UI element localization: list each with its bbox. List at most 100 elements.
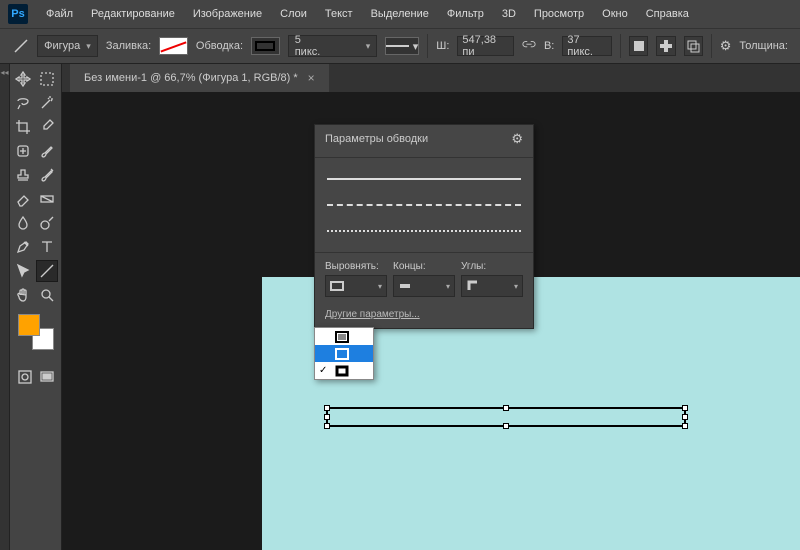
eyedropper-tool[interactable] — [36, 116, 58, 138]
link-icon[interactable] — [522, 38, 536, 55]
resize-handle[interactable] — [503, 423, 509, 429]
hand-tool[interactable] — [12, 284, 34, 306]
blur-tool[interactable] — [12, 212, 34, 234]
gradient-tool[interactable] — [36, 188, 58, 210]
stroke-width-value: 5 пикс. — [295, 34, 328, 58]
fill-label: Заливка: — [106, 40, 151, 52]
resize-handle[interactable] — [682, 405, 688, 411]
check-icon: ✓ — [319, 365, 329, 376]
crop-tool[interactable] — [12, 116, 34, 138]
fill-swatch[interactable] — [159, 37, 188, 55]
chevron-down-icon: ▾ — [514, 282, 518, 291]
close-icon[interactable]: × — [308, 71, 315, 85]
menu-3d[interactable]: 3D — [494, 4, 524, 24]
zoom-tool[interactable] — [36, 284, 58, 306]
stroke-type-solid[interactable] — [327, 172, 521, 186]
resize-handle[interactable] — [324, 423, 330, 429]
stroke-swatch[interactable] — [251, 37, 280, 55]
menu-select[interactable]: Выделение — [363, 4, 437, 24]
line-tool-icon — [12, 37, 29, 55]
document-tabbar: Без имени-1 @ 66,7% (Фигура 1, RGB/8) * … — [62, 64, 800, 92]
width-input[interactable]: 547,38 пи — [457, 36, 514, 56]
options-bar: Фигура▾ Заливка: Обводка: 5 пикс.▾ ▾ Ш: … — [0, 28, 800, 64]
path-align-button[interactable] — [629, 36, 648, 56]
caps-dropdown[interactable]: ▾ — [393, 275, 455, 297]
app-root: Ps Файл Редактирование Изображение Слои … — [0, 0, 800, 550]
chevron-down-icon: ▾ — [366, 41, 371, 52]
magic-wand-tool[interactable] — [36, 92, 58, 114]
gear-icon[interactable]: ⚙ — [720, 38, 732, 54]
history-brush-tool[interactable] — [36, 164, 58, 186]
foreground-swatch[interactable] — [18, 314, 40, 336]
shape-rectangle[interactable] — [326, 407, 686, 427]
heal-tool[interactable] — [12, 140, 34, 162]
resize-handle[interactable] — [324, 405, 330, 411]
corners-dropdown[interactable]: ▾ — [461, 275, 523, 297]
path-options-button[interactable] — [684, 36, 703, 56]
more-options-link[interactable]: Другие параметры... — [315, 301, 533, 328]
color-swatches[interactable] — [18, 314, 54, 350]
menu-help[interactable]: Справка — [638, 4, 697, 24]
gear-icon[interactable]: ⚙ — [511, 131, 523, 147]
stroke-type-dotted[interactable] — [327, 224, 521, 238]
resize-handle[interactable] — [682, 414, 688, 420]
chevron-down-icon: ▾ — [86, 41, 91, 52]
chevron-down-icon: ▾ — [413, 40, 419, 53]
divider — [620, 34, 621, 58]
align-dropdown-menu: ✓ — [314, 327, 374, 380]
corners-label: Углы: — [461, 261, 523, 272]
tool-mode-select[interactable]: Фигура ▾ — [37, 35, 98, 57]
marquee-tool[interactable] — [36, 68, 58, 90]
document-tab[interactable]: Без имени-1 @ 66,7% (Фигура 1, RGB/8) * … — [70, 64, 329, 92]
menu-file[interactable]: Файл — [38, 4, 81, 24]
mode-label: Фигура — [44, 40, 80, 52]
menu-filter[interactable]: Фильтр — [439, 4, 492, 24]
width-label: Ш: — [436, 40, 449, 52]
resize-handle[interactable] — [324, 414, 330, 420]
menu-edit[interactable]: Редактирование — [83, 4, 183, 24]
dodge-tool[interactable] — [36, 212, 58, 234]
align-option-inside[interactable] — [315, 328, 373, 345]
divider — [711, 34, 712, 58]
stroke-label: Обводка: — [196, 40, 243, 52]
lasso-tool[interactable] — [12, 92, 34, 114]
align-option-outside[interactable]: ✓ — [315, 362, 373, 379]
height-input[interactable]: 37 пикс. — [562, 36, 612, 56]
divider — [427, 34, 428, 58]
path-select-tool[interactable] — [12, 260, 34, 282]
panel-collapse-strip[interactable]: ◂◂ — [0, 64, 10, 550]
eraser-tool[interactable] — [12, 188, 34, 210]
stroke-style-select[interactable]: ▾ — [385, 37, 419, 55]
chevron-down-icon: ▾ — [446, 282, 450, 291]
stroke-width-select[interactable]: 5 пикс. ▾ — [288, 35, 378, 57]
pen-tool[interactable] — [12, 236, 34, 258]
popover-title: Параметры обводки — [325, 133, 428, 145]
stroke-type-dashed[interactable] — [327, 198, 521, 212]
type-tool[interactable] — [36, 236, 58, 258]
line-shape-tool[interactable] — [36, 260, 58, 282]
tab-title: Без имени-1 @ 66,7% (Фигура 1, RGB/8) * — [84, 72, 298, 84]
thickness-label: Толщина: — [739, 40, 788, 52]
align-option-center[interactable] — [315, 345, 373, 362]
menubar: Ps Файл Редактирование Изображение Слои … — [0, 0, 800, 28]
stamp-tool[interactable] — [12, 164, 34, 186]
app-logo: Ps — [8, 4, 28, 24]
quickmask-button[interactable] — [16, 366, 34, 388]
menu-text[interactable]: Текст — [317, 4, 361, 24]
menu-layers[interactable]: Слои — [272, 4, 315, 24]
height-label: В: — [544, 40, 554, 52]
screenmode-button[interactable] — [38, 366, 56, 388]
workspace: ◂◂ Без имени-1 @ 66,7% (Фигура 1, RGB/8)… — [0, 64, 800, 550]
expand-icon: ◂◂ — [0, 68, 8, 77]
stroke-options-popover: Параметры обводки⚙ Выровнять: ▾ Концы: ▾… — [314, 124, 534, 329]
brush-tool[interactable] — [36, 140, 58, 162]
menu-image[interactable]: Изображение — [185, 4, 270, 24]
chevron-down-icon: ▾ — [378, 282, 382, 291]
resize-handle[interactable] — [682, 423, 688, 429]
menu-window[interactable]: Окно — [594, 4, 636, 24]
path-arrange-button[interactable] — [656, 36, 675, 56]
align-dropdown[interactable]: ▾ — [325, 275, 387, 297]
menu-view[interactable]: Просмотр — [526, 4, 592, 24]
move-tool[interactable] — [12, 68, 34, 90]
resize-handle[interactable] — [503, 405, 509, 411]
